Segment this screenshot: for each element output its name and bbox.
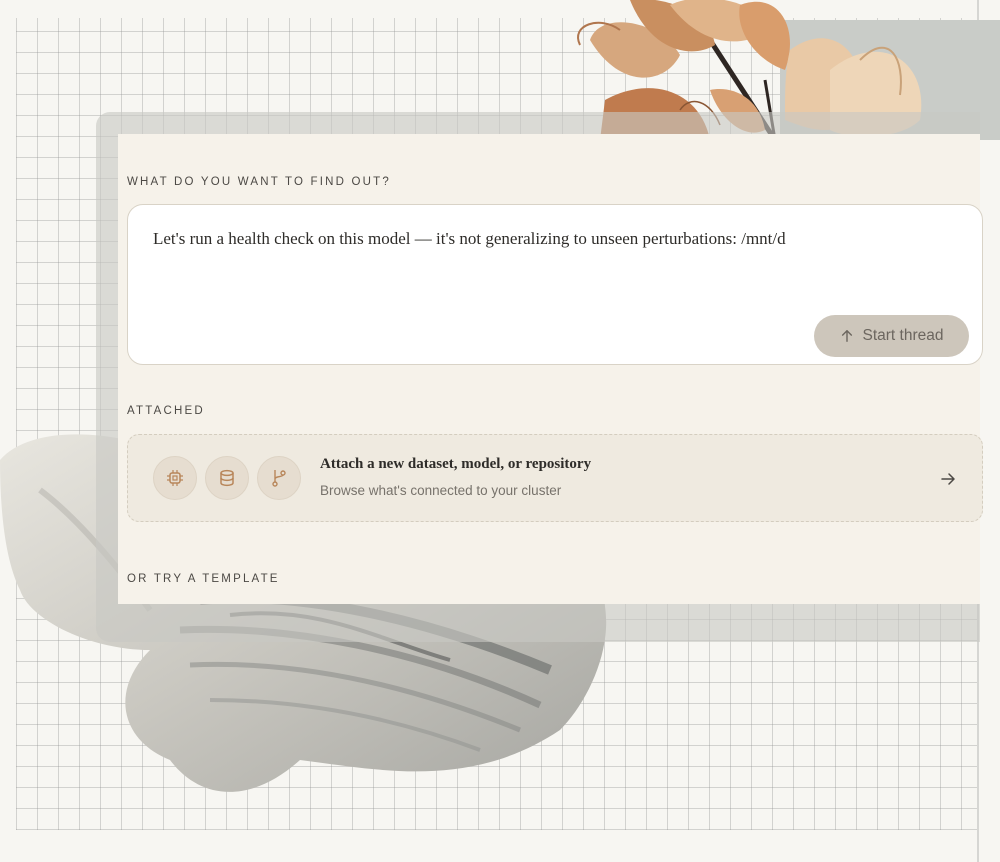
query-card: WHAT DO YOU WANT TO FIND OUT? Let's run … (118, 134, 983, 604)
database-icon (220, 469, 234, 487)
git-branch-icon (272, 470, 286, 487)
prompt-text[interactable]: Let's run a health check on this model —… (153, 229, 786, 249)
arrow-up-icon (841, 330, 852, 342)
start-thread-label: Start thread (862, 327, 944, 344)
question-label: WHAT DO YOU WANT TO FIND OUT? (127, 176, 391, 188)
chip-icon-badge (153, 456, 197, 500)
attach-resource-card[interactable]: Attach a new dataset, model, or reposito… (127, 434, 983, 522)
attach-subtitle: Browse what's connected to your cluster (320, 483, 562, 498)
attached-label: ATTACHED (127, 405, 205, 417)
chip-icon (167, 470, 183, 486)
git-branch-icon-badge (257, 456, 301, 500)
prompt-input[interactable]: Let's run a health check on this model —… (127, 204, 983, 365)
start-thread-button[interactable]: Start thread (814, 315, 969, 357)
template-label: OR TRY A TEMPLATE (127, 573, 280, 585)
attach-title: Attach a new dataset, model, or reposito… (320, 456, 592, 472)
arrow-right-icon[interactable] (939, 470, 957, 488)
database-icon-badge (205, 456, 249, 500)
